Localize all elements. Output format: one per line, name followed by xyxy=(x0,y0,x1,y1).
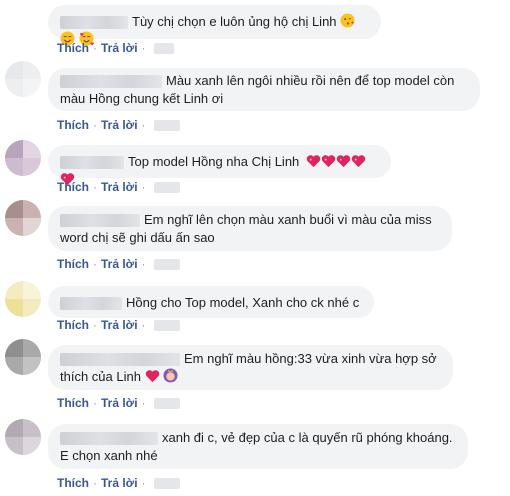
comment-text: Top model Hồng nha Chị Linh xyxy=(128,154,300,169)
sparkling-heart-icon xyxy=(336,155,351,168)
reply-button[interactable]: Trả lời xyxy=(101,318,138,332)
separator: · xyxy=(141,318,146,332)
separator: · xyxy=(93,396,97,410)
red-heart-icon xyxy=(145,370,159,383)
separator: · xyxy=(141,41,146,55)
reply-button[interactable]: Trả lời xyxy=(101,41,138,55)
comment-bubble: Tùy chị chọn e luôn ủng hộ chị Linh xyxy=(48,5,381,46)
blurred-author-name[interactable] xyxy=(60,297,122,311)
comment-actions: Thích · Trả lời · xyxy=(57,180,180,194)
blurred-timestamp xyxy=(153,259,180,271)
like-button[interactable]: Thích xyxy=(57,476,89,490)
blurred-author-name[interactable] xyxy=(60,432,158,446)
comment-actions: Thích · Trả lời · xyxy=(57,476,180,490)
reply-button[interactable]: Trả lời xyxy=(101,118,138,132)
comment-bubble: Em nghĩ màu hồng:33 vừa xinh vừa hợp sở … xyxy=(48,345,453,390)
avatar[interactable] xyxy=(5,200,41,236)
blurred-timestamp xyxy=(153,43,174,55)
avatar[interactable] xyxy=(5,140,41,176)
like-button[interactable]: Thích xyxy=(57,41,89,55)
blurred-author-name[interactable] xyxy=(60,75,162,89)
avatar[interactable] xyxy=(5,61,41,97)
separator: · xyxy=(141,396,146,410)
like-button[interactable]: Thích xyxy=(57,257,89,271)
comment-bubble: Hồng cho Top model, Xanh cho ck nhé c xyxy=(48,286,374,318)
separator: · xyxy=(93,118,97,132)
comment-actions: Thích · Trả lời · xyxy=(57,318,180,332)
separator: · xyxy=(141,476,146,490)
comment-bubble: Màu xanh lên ngôi nhiều rồi nên để top m… xyxy=(48,68,480,111)
blurred-author-name[interactable] xyxy=(60,353,180,367)
blurred-timestamp xyxy=(153,478,180,490)
blurred-timestamp xyxy=(153,320,180,332)
like-button[interactable]: Thích xyxy=(57,318,89,332)
reply-button[interactable]: Trả lời xyxy=(101,396,138,410)
comment-bubble: Em nghĩ lên chọn màu xanh buổi vì màu củ… xyxy=(48,206,452,251)
blurred-author-name[interactable] xyxy=(60,16,128,30)
blurred-timestamp xyxy=(153,120,180,132)
blurred-timestamp xyxy=(153,398,180,410)
like-button[interactable]: Thích xyxy=(57,118,89,132)
sparkling-heart-icon xyxy=(306,155,321,168)
kissing-face-icon xyxy=(340,13,355,28)
comment-text: Tùy chị chọn e luôn ủng hộ chị Linh xyxy=(132,14,337,29)
comment-bubble: xanh đi c, vẻ đẹp của c là quyến rũ phón… xyxy=(48,424,468,469)
separator: · xyxy=(93,476,97,490)
separator: · xyxy=(141,180,146,194)
avatar[interactable] xyxy=(5,339,41,375)
blurred-author-name[interactable] xyxy=(60,156,124,170)
comment-actions: Thích · Trả lời · xyxy=(57,118,180,132)
sparkling-heart-icon xyxy=(351,155,366,168)
blurred-timestamp xyxy=(153,182,180,194)
separator: · xyxy=(141,118,146,132)
comment-text: Hồng cho Top model, Xanh cho ck nhé c xyxy=(126,295,360,310)
comment-bubble: Top model Hồng nha Chị Linh xyxy=(48,145,391,186)
blurred-author-name[interactable] xyxy=(60,214,140,228)
separator: · xyxy=(93,318,97,332)
separator: · xyxy=(93,257,97,271)
comment-actions: Thích · Trả lời · xyxy=(57,257,180,271)
like-button[interactable]: Thích xyxy=(57,396,89,410)
separator: · xyxy=(93,180,97,194)
sparkling-heart-icon xyxy=(321,155,336,168)
comment-actions: Thích · Trả lời · xyxy=(57,41,174,55)
avatar[interactable] xyxy=(5,419,41,455)
like-button[interactable]: Thích xyxy=(57,180,89,194)
avatar[interactable] xyxy=(5,281,41,317)
comment-actions: Thích · Trả lời · xyxy=(57,396,180,410)
reply-button[interactable]: Trả lời xyxy=(101,476,138,490)
separator: · xyxy=(93,41,97,55)
reply-button[interactable]: Trả lời xyxy=(101,257,138,271)
reply-button[interactable]: Trả lời xyxy=(101,180,138,194)
princess-icon xyxy=(163,368,178,383)
separator: · xyxy=(141,257,146,271)
